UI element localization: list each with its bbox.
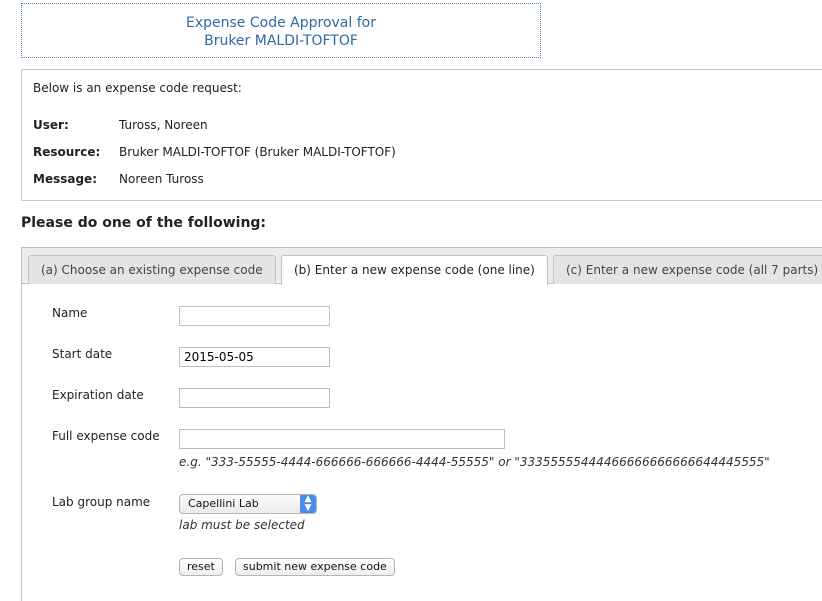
tab-choose-existing[interactable]: (a) Choose an existing expense code (28, 255, 276, 284)
page-title-line2: Bruker MALDI-TOFTOF (204, 33, 358, 49)
lab-group-label: Lab group name (52, 495, 151, 509)
resource-label: Resource: (33, 145, 101, 159)
section-heading: Please do one of the following: (21, 215, 267, 231)
page-title-box: Expense Code Approval for Bruker MALDI-T… (21, 3, 541, 58)
submit-new-expense-code-button[interactable]: submit new expense code (235, 558, 395, 576)
start-date-label: Start date (52, 347, 113, 361)
tab-strip: (a) Choose an existing expense code (b) … (22, 248, 822, 285)
select-updown-arrow-icon: ▲ ▼ (300, 495, 316, 513)
page-title-line1: Expense Code Approval for (186, 15, 376, 31)
message-value: Noreen Tuross (119, 172, 204, 186)
tab-enter-one-line[interactable]: (b) Enter a new expense code (one line) (281, 255, 548, 285)
request-intro-text: Below is an expense code request: (33, 81, 242, 95)
tab-enter-all-parts[interactable]: (c) Enter a new expense code (all 7 part… (553, 255, 822, 284)
start-date-input[interactable] (179, 347, 330, 367)
user-value: Tuross, Noreen (119, 118, 208, 132)
lab-group-select[interactable]: Capellini Lab ▲ ▼ (179, 494, 317, 514)
lab-group-hint: lab must be selected (179, 518, 305, 532)
request-summary-panel: Below is an expense code request: User: … (21, 69, 822, 201)
full-expense-code-hint: e.g. "333-55555-4444-666666-666666-4444-… (179, 455, 770, 469)
reset-button[interactable]: reset (179, 558, 223, 576)
resource-value: Bruker MALDI-TOFTOF (Bruker MALDI-TOFTOF… (119, 145, 396, 159)
expense-code-tab-panel: (a) Choose an existing expense code (b) … (21, 247, 822, 601)
full-expense-code-input[interactable] (179, 429, 505, 449)
user-label: User: (33, 118, 69, 132)
expiration-date-input[interactable] (179, 388, 330, 408)
message-label: Message: (33, 172, 97, 186)
full-expense-code-label: Full expense code (52, 429, 160, 443)
expiration-date-label: Expiration date (52, 388, 144, 402)
lab-group-selected-value: Capellini Lab (188, 497, 259, 510)
name-label: Name (52, 306, 88, 320)
name-input[interactable] (179, 306, 330, 326)
